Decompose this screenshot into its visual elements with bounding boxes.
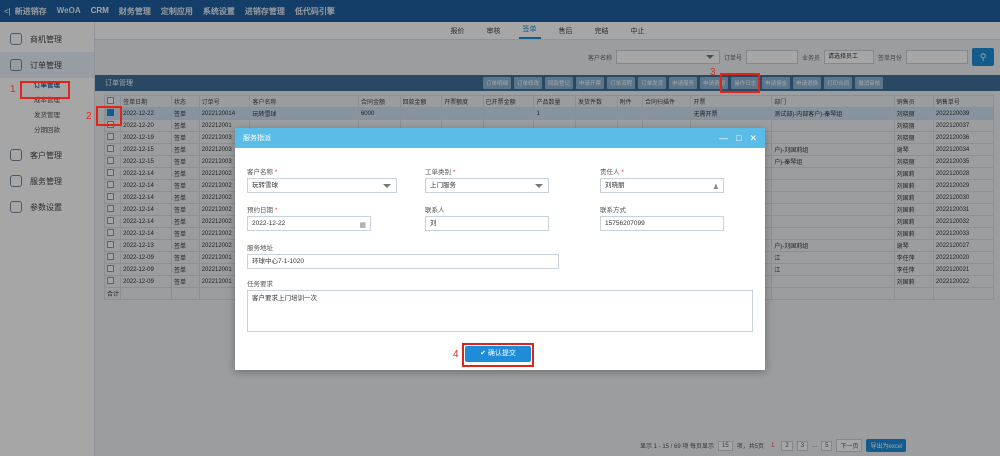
minimize-icon[interactable]: — [719,133,728,144]
date-label: 预约日期 * [247,204,277,214]
step-number-4: 4 [453,349,459,360]
chevron-down-icon [383,184,391,188]
highlight-box-service-button [720,73,760,93]
customer-select[interactable]: 玩转雪球 [247,178,397,193]
ticket-type-label: 工单类别 * [425,166,455,176]
required-mark: * [452,169,456,176]
appointment-date-input[interactable]: 2022-12-22 ▦ [247,216,371,231]
contact-input[interactable]: 刘 [425,216,549,231]
step-number-1: 1 [10,84,16,95]
address-label: 服务地址 [247,245,273,252]
chevron-down-icon [535,184,543,188]
phone-input[interactable]: 15756207099 [600,216,724,231]
ticket-type-select[interactable]: 上门服务 [425,178,549,193]
customer-value: 玩转雪球 [252,182,278,189]
step-number-3: 3 [710,67,716,78]
request-label: 任务要求 [247,281,273,288]
date-value: 2022-12-22 [252,220,286,227]
service-assign-dialog: 服务指派 — □ ✕ 客户名称 * 玩转雪球 工单类别 * 上门服务 责任人 *… [235,128,765,370]
owner-label-text: 责任人 [600,169,620,176]
required-mark: * [274,169,278,176]
highlight-box-submit [462,343,534,367]
date-label-text: 预约日期 [247,207,273,214]
contact-label: 联系人 [425,207,445,214]
highlight-box-checkbox [96,106,122,126]
user-picker-icon[interactable]: ♟ [713,181,719,194]
phone-label: 联系方式 [600,207,626,214]
required-mark: * [621,169,624,176]
owner-input[interactable]: 刘晓丽 ♟ [600,178,724,193]
step-number-2: 2 [86,111,92,122]
owner-value: 刘晓丽 [605,182,625,189]
required-mark: * [274,207,278,214]
highlight-box-order-menu [20,81,70,99]
customer-label: 客户名称 * [247,166,277,176]
address-input[interactable]: 环球中心7-1-1020 [247,254,559,269]
customer-label-text: 客户名称 [247,169,273,176]
dialog-title: 服务指派 [243,135,271,142]
calendar-icon[interactable]: ▦ [359,219,366,232]
request-textarea[interactable]: 客户要求上门培训一次 [247,290,753,332]
dialog-header: 服务指派 — □ ✕ [235,128,765,148]
ticket-type-value: 上门服务 [430,182,456,189]
owner-label: 责任人 * [600,166,624,176]
dialog-controls: — □ ✕ [719,133,757,144]
ticket-type-label-text: 工单类别 [425,169,451,176]
maximize-icon[interactable]: □ [736,133,741,144]
close-icon[interactable]: ✕ [749,133,757,144]
